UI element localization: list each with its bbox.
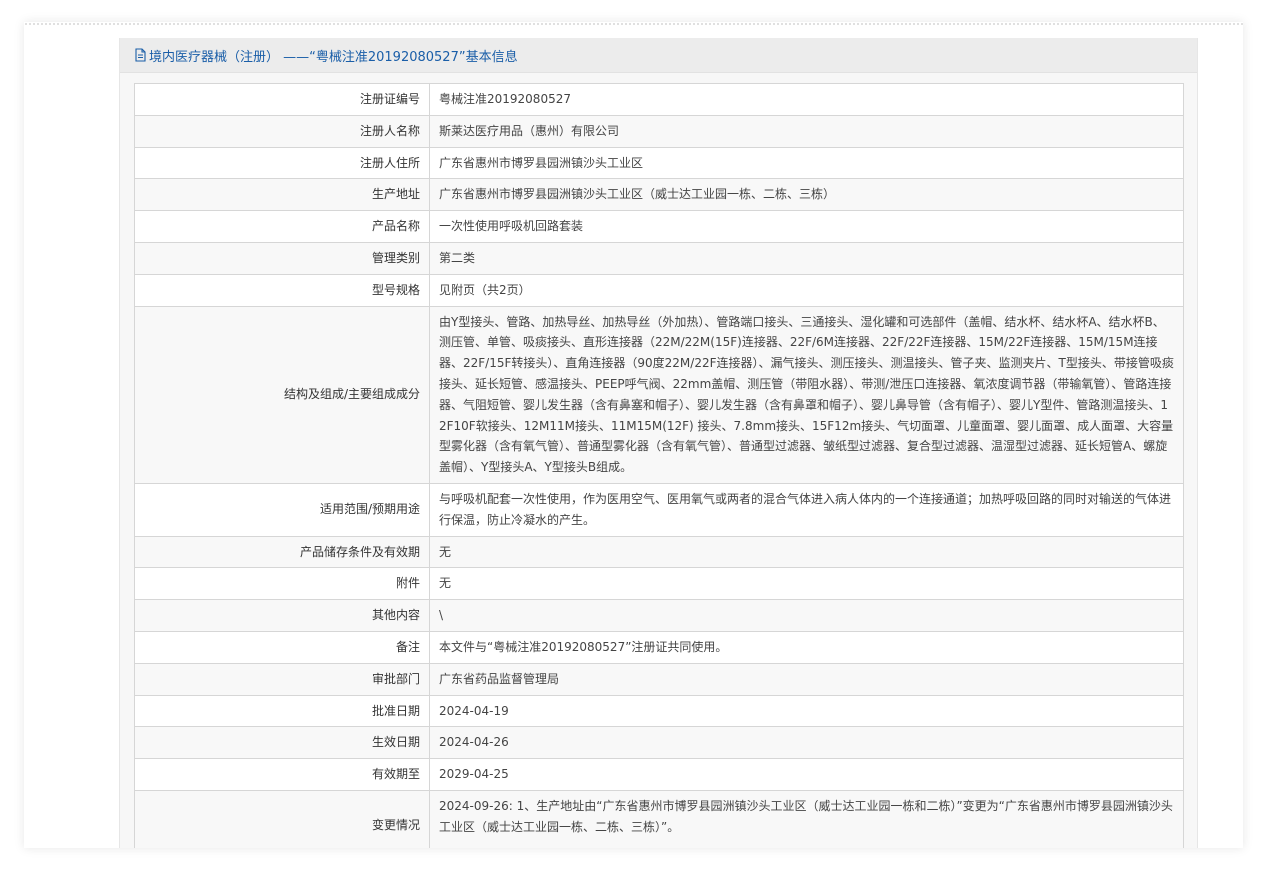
field-label: 生效日期 <box>134 726 430 760</box>
field-label: 生产地址 <box>134 178 430 212</box>
field-value: 粤械注准20192080527 <box>429 83 1184 116</box>
field-value: 第二类 <box>429 241 1184 275</box>
field-value: 由Y型接头、管路、加热导丝、加热导丝（外加热）、管路端口接头、三通接头、湿化罐和… <box>429 305 1184 484</box>
table-row: 批准日期 2024-04-19 <box>134 694 1184 728</box>
field-label: 批准日期 <box>134 694 430 728</box>
document-icon <box>135 48 146 62</box>
field-value: 与呼吸机配套一次性使用，作为医用空气、医用氧气或两者的混合气体进入病人体内的一个… <box>429 482 1184 537</box>
table-row: 生产地址 广东省惠州市博罗县园洲镇沙头工业区（威士达工业园一栋、二栋、三栋） <box>134 178 1184 212</box>
table-row: 产品储存条件及有效期无 <box>134 535 1184 569</box>
field-label: 结构及组成/主要组成成分 <box>134 305 430 484</box>
field-label: 审批部门 <box>134 662 430 696</box>
field-value: 2024-04-26 <box>429 726 1184 760</box>
table-row: 适用范围/预期用途 与呼吸机配套一次性使用，作为医用空气、医用氧气或两者的混合气体… <box>134 482 1184 537</box>
field-label: 其他内容 <box>134 599 430 632</box>
field-label: 变更情况 <box>134 789 430 848</box>
field-label: 适用范围/预期用途 <box>134 482 430 537</box>
info-table: 注册证编号 粤械注准20192080527 注册人名称 斯莱达医疗用品（惠州）有限公司… <box>134 83 1184 848</box>
field-label: 备注 <box>134 630 430 664</box>
table-row: 结构及组成/主要组成成分 由Y型接头、管路、加热导丝、加热导丝（外加热）、管路端口… <box>134 305 1184 484</box>
table-row: 变更情况 2024-09-26: 1、生产地址由“广东省惠州市博罗县园洲镇沙头工业… <box>134 789 1184 848</box>
page-title: 境内医疗器械（注册） ——“粤械注准20192080527”基本信息 <box>149 49 518 65</box>
table-row: 备注 本文件与“粤械注准20192080527”注册证共同使用。 <box>134 630 1184 664</box>
table-row: 管理类别 第二类 <box>134 241 1184 275</box>
field-value: 见附页（共2页） <box>429 273 1184 307</box>
field-value: 一次性使用呼吸机回路套装 <box>429 210 1184 243</box>
info-panel: 境内医疗器械（注册） ——“粤械注准20192080527”基本信息 注册证编号… <box>119 38 1198 848</box>
table-row: 有效期至 2029-04-25 <box>134 758 1184 791</box>
field-label: 产品名称 <box>134 210 430 243</box>
field-value: 广东省惠州市博罗县园洲镇沙头工业区 <box>429 146 1184 180</box>
field-value: 斯莱达医疗用品（惠州）有限公司 <box>429 114 1184 148</box>
page-container: 境内医疗器械（注册） ——“粤械注准20192080527”基本信息 注册证编号… <box>24 22 1243 848</box>
field-label: 型号规格 <box>134 273 430 307</box>
table-row: 产品名称 一次性使用呼吸机回路套装 <box>134 210 1184 243</box>
field-value: 本文件与“粤械注准20192080527”注册证共同使用。 <box>429 630 1184 664</box>
field-label: 注册人住所 <box>134 146 430 180</box>
field-label: 附件 <box>134 567 430 601</box>
table-row: 注册证编号 粤械注准20192080527 <box>134 83 1184 116</box>
table-row: 注册人名称 斯莱达医疗用品（惠州）有限公司 <box>134 114 1184 148</box>
dotted-top-border <box>24 22 1243 26</box>
info-table-wrapper: 注册证编号 粤械注准20192080527 注册人名称 斯莱达医疗用品（惠州）有限公司… <box>134 83 1184 848</box>
field-label: 管理类别 <box>134 241 430 275</box>
table-row: 注册人住所 广东省惠州市博罗县园洲镇沙头工业区 <box>134 146 1184 180</box>
field-label: 有效期至 <box>134 758 430 791</box>
field-value: \ <box>429 599 1184 632</box>
table-row: 附件无 <box>134 567 1184 601</box>
field-value: 2024-09-26: 1、生产地址由“广东省惠州市博罗县园洲镇沙头工业区（威士… <box>429 789 1184 848</box>
field-label: 注册人名称 <box>134 114 430 148</box>
field-value: 无 <box>429 535 1184 569</box>
field-label: 注册证编号 <box>134 83 430 116</box>
panel-header: 境内医疗器械（注册） ——“粤械注准20192080527”基本信息 <box>120 38 1197 73</box>
field-value: 2024-04-19 <box>429 694 1184 728</box>
table-row: 审批部门 广东省药品监督管理局 <box>134 662 1184 696</box>
field-value: 广东省药品监督管理局 <box>429 662 1184 696</box>
field-value: 无 <box>429 567 1184 601</box>
field-value: 2029-04-25 <box>429 758 1184 791</box>
table-row: 型号规格 见附页（共2页） <box>134 273 1184 307</box>
table-row: 其他内容 \ <box>134 599 1184 632</box>
table-row: 生效日期 2024-04-26 <box>134 726 1184 760</box>
field-value: 广东省惠州市博罗县园洲镇沙头工业区（威士达工业园一栋、二栋、三栋） <box>429 178 1184 212</box>
field-label: 产品储存条件及有效期 <box>134 535 430 569</box>
